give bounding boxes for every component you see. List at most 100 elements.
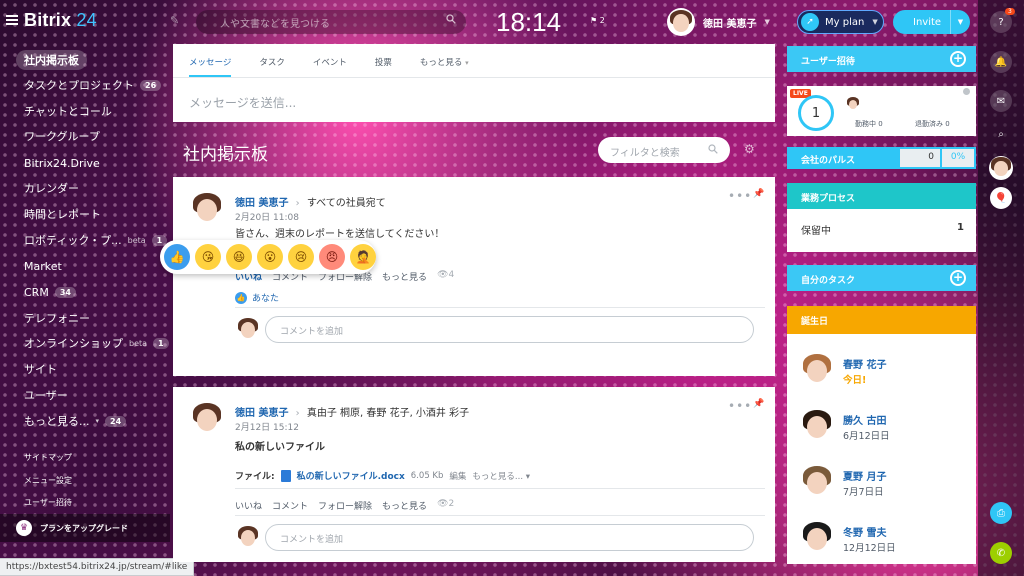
hamburger-menu-icon[interactable] (6, 15, 18, 25)
general-chat-button[interactable]: 🎈 (990, 187, 1012, 209)
sidebar-item-drive[interactable]: Bitrix24.Drive (24, 153, 100, 173)
comment-input[interactable]: コメントを追加 (265, 524, 754, 551)
unfollow-action[interactable]: フォロー解除 (318, 499, 372, 512)
call-button[interactable]: ✆ (990, 542, 1012, 564)
post-date[interactable]: 2月20日 11:08 (235, 210, 299, 223)
logo-text: Bitrix (24, 10, 72, 30)
business-process-widget[interactable]: 保留中 1 (787, 209, 976, 252)
sidebar-item-more[interactable]: もっと見る... ▾ 24 (24, 411, 127, 431)
search-button[interactable]: ⌕ (990, 123, 1012, 145)
person-avatar (799, 464, 835, 500)
wonder-icon[interactable]: 😮 (257, 244, 283, 270)
like-icon[interactable]: 👍 (164, 244, 190, 270)
tab-more[interactable]: もっと見る ▾ (420, 44, 469, 77)
add-icon[interactable]: + (950, 51, 966, 67)
author-avatar[interactable] (189, 191, 225, 227)
cry-icon[interactable]: 😢 (288, 244, 314, 270)
tab-task[interactable]: タスク (259, 44, 285, 77)
invite-button[interactable]: Invite ▼ (893, 10, 970, 34)
sidebar-item-calendar[interactable]: カレンダー (24, 178, 79, 198)
search-icon[interactable] (446, 14, 456, 24)
sidebar-item-users[interactable]: ユーザー (24, 385, 68, 405)
more-action[interactable]: もっと見る (382, 270, 427, 283)
upgrade-plan-button[interactable]: ♛ プランをアップグレード (0, 514, 170, 542)
post-date[interactable]: 2月12日 15:12 (235, 420, 299, 433)
app-logo[interactable]: Bitrix 24 (24, 10, 97, 31)
help-badge: 3 (1005, 8, 1015, 15)
divider (235, 488, 765, 489)
sidebar-item-rpa[interactable]: ロボティック・プ... beta 1 (24, 230, 168, 250)
sidebar-item-chat[interactable]: チャットとコール (24, 101, 112, 121)
arrow-right-icon: › (295, 198, 300, 209)
comment-action[interactable]: コメント (272, 499, 308, 512)
online-users-widget[interactable]: LIVE 1 勤務中 0 退勤済み 0 (787, 86, 976, 136)
gear-icon[interactable]: ⚙ (744, 142, 755, 156)
user-avatar (667, 8, 695, 36)
pin-icon[interactable]: 📌 (753, 189, 764, 199)
documents-button[interactable]: ⎙ (990, 502, 1012, 524)
file-name-link[interactable]: 私の新しいファイル.docx (297, 469, 405, 482)
file-edit-link[interactable]: 編集 (449, 470, 466, 482)
angry-icon[interactable]: 😠 (319, 244, 345, 270)
facepalm-icon[interactable]: 🤦 (350, 244, 376, 270)
post-recipients[interactable]: 真由子 桐原, 春野 花子, 小酒井 彩子 (307, 408, 469, 419)
clock-time[interactable]: 18:14 (496, 7, 561, 38)
flag-counter[interactable]: ⚑ 2 (590, 16, 605, 25)
person-avatar (799, 520, 835, 556)
sidebar-item-tasks[interactable]: タスクとプロジェクト 26 (24, 75, 162, 95)
sidebar-item-news-feed[interactable]: 社内掲示板 (16, 50, 87, 70)
close-icon[interactable] (963, 88, 970, 95)
tab-event[interactable]: イベント (313, 44, 347, 77)
sidebar-item-crm[interactable]: CRM 34 (24, 282, 76, 302)
laugh-icon[interactable]: 😆 (226, 244, 252, 270)
search-input[interactable]: 人や文書などを見つける (196, 10, 466, 34)
sidebar-item-online-shop[interactable]: オンラインショップ beta 1 (24, 333, 169, 353)
like-action[interactable]: いいね (235, 499, 262, 512)
comment-placeholder: コメントを追加 (280, 535, 344, 545)
more-options-icon[interactable]: ••• (728, 189, 752, 203)
message-input[interactable]: メッセージを送信... (173, 78, 775, 111)
kiss-icon[interactable]: 😘 (195, 244, 221, 270)
edit-pencil-icon[interactable]: ✎ (170, 14, 179, 27)
sidebar-item-sites[interactable]: サイト (24, 359, 57, 379)
birthdays-widget-header[interactable]: 誕生日 (787, 306, 976, 334)
notifications-button[interactable]: 🔔 (990, 51, 1012, 73)
invite-users-link[interactable]: ユーザー招待 (24, 497, 72, 508)
pin-icon[interactable]: 📌 (753, 399, 764, 409)
post-recipients[interactable]: すべての社員宛て (307, 198, 386, 209)
widget-title: ユーザー招待 (801, 57, 855, 67)
menu-settings-link[interactable]: メニュー設定 (24, 475, 72, 486)
more-action[interactable]: もっと見る (382, 499, 427, 512)
sidebar-item-label: Bitrix24.Drive (24, 156, 100, 170)
sidebar-item-time-reports[interactable]: 時間とレポート (24, 204, 101, 224)
sidebar-item-label: タスクとプロジェクト (24, 79, 134, 92)
author-avatar[interactable] (189, 401, 225, 437)
author-name[interactable]: 徳田 美恵子 (235, 198, 288, 209)
views-counter: 👁2 (437, 499, 454, 512)
comment-input[interactable]: コメントを追加 (265, 316, 754, 343)
invite-users-widget-header[interactable]: ユーザー招待 + (787, 46, 976, 72)
sidebar-item-label: テレフォニー (24, 312, 90, 325)
sidebar-item-market[interactable]: Market (24, 256, 62, 276)
more-options-icon[interactable]: ••• (728, 399, 752, 413)
recent-chat-avatar[interactable] (989, 156, 1013, 180)
business-process-widget-header[interactable]: 業務プロセス (787, 183, 976, 209)
file-more-link[interactable]: もっと見る... ▾ (472, 470, 530, 482)
sidebar-item-telephony[interactable]: テレフォニー (24, 308, 90, 328)
my-plan-button[interactable]: ➚ My plan ▼ (797, 10, 884, 34)
invite-dropdown-icon[interactable]: ▼ (950, 10, 970, 34)
company-pulse-widget[interactable]: 会社のパルス 0 0% (787, 147, 976, 169)
search-icon[interactable] (708, 144, 718, 154)
liked-by[interactable]: 👍 あなた (235, 291, 279, 304)
docx-file-icon (280, 469, 291, 482)
sitemap-link[interactable]: サイトマップ (24, 452, 72, 463)
post-composer: メッセージ タスク イベント 投票 もっと見る ▾ メッセージを送信... (173, 44, 775, 122)
sidebar-item-workgroups[interactable]: ワークグループ (24, 126, 100, 146)
tab-poll[interactable]: 投票 (375, 44, 392, 77)
messenger-button[interactable]: ✉ (990, 90, 1012, 112)
tab-message[interactable]: メッセージ (189, 44, 232, 77)
user-menu[interactable]: 徳田 美恵子 ▼ (667, 8, 770, 36)
add-icon[interactable]: + (950, 270, 966, 286)
my-tasks-widget-header[interactable]: 自分のタスク + (787, 265, 976, 291)
author-name[interactable]: 徳田 美恵子 (235, 408, 288, 419)
